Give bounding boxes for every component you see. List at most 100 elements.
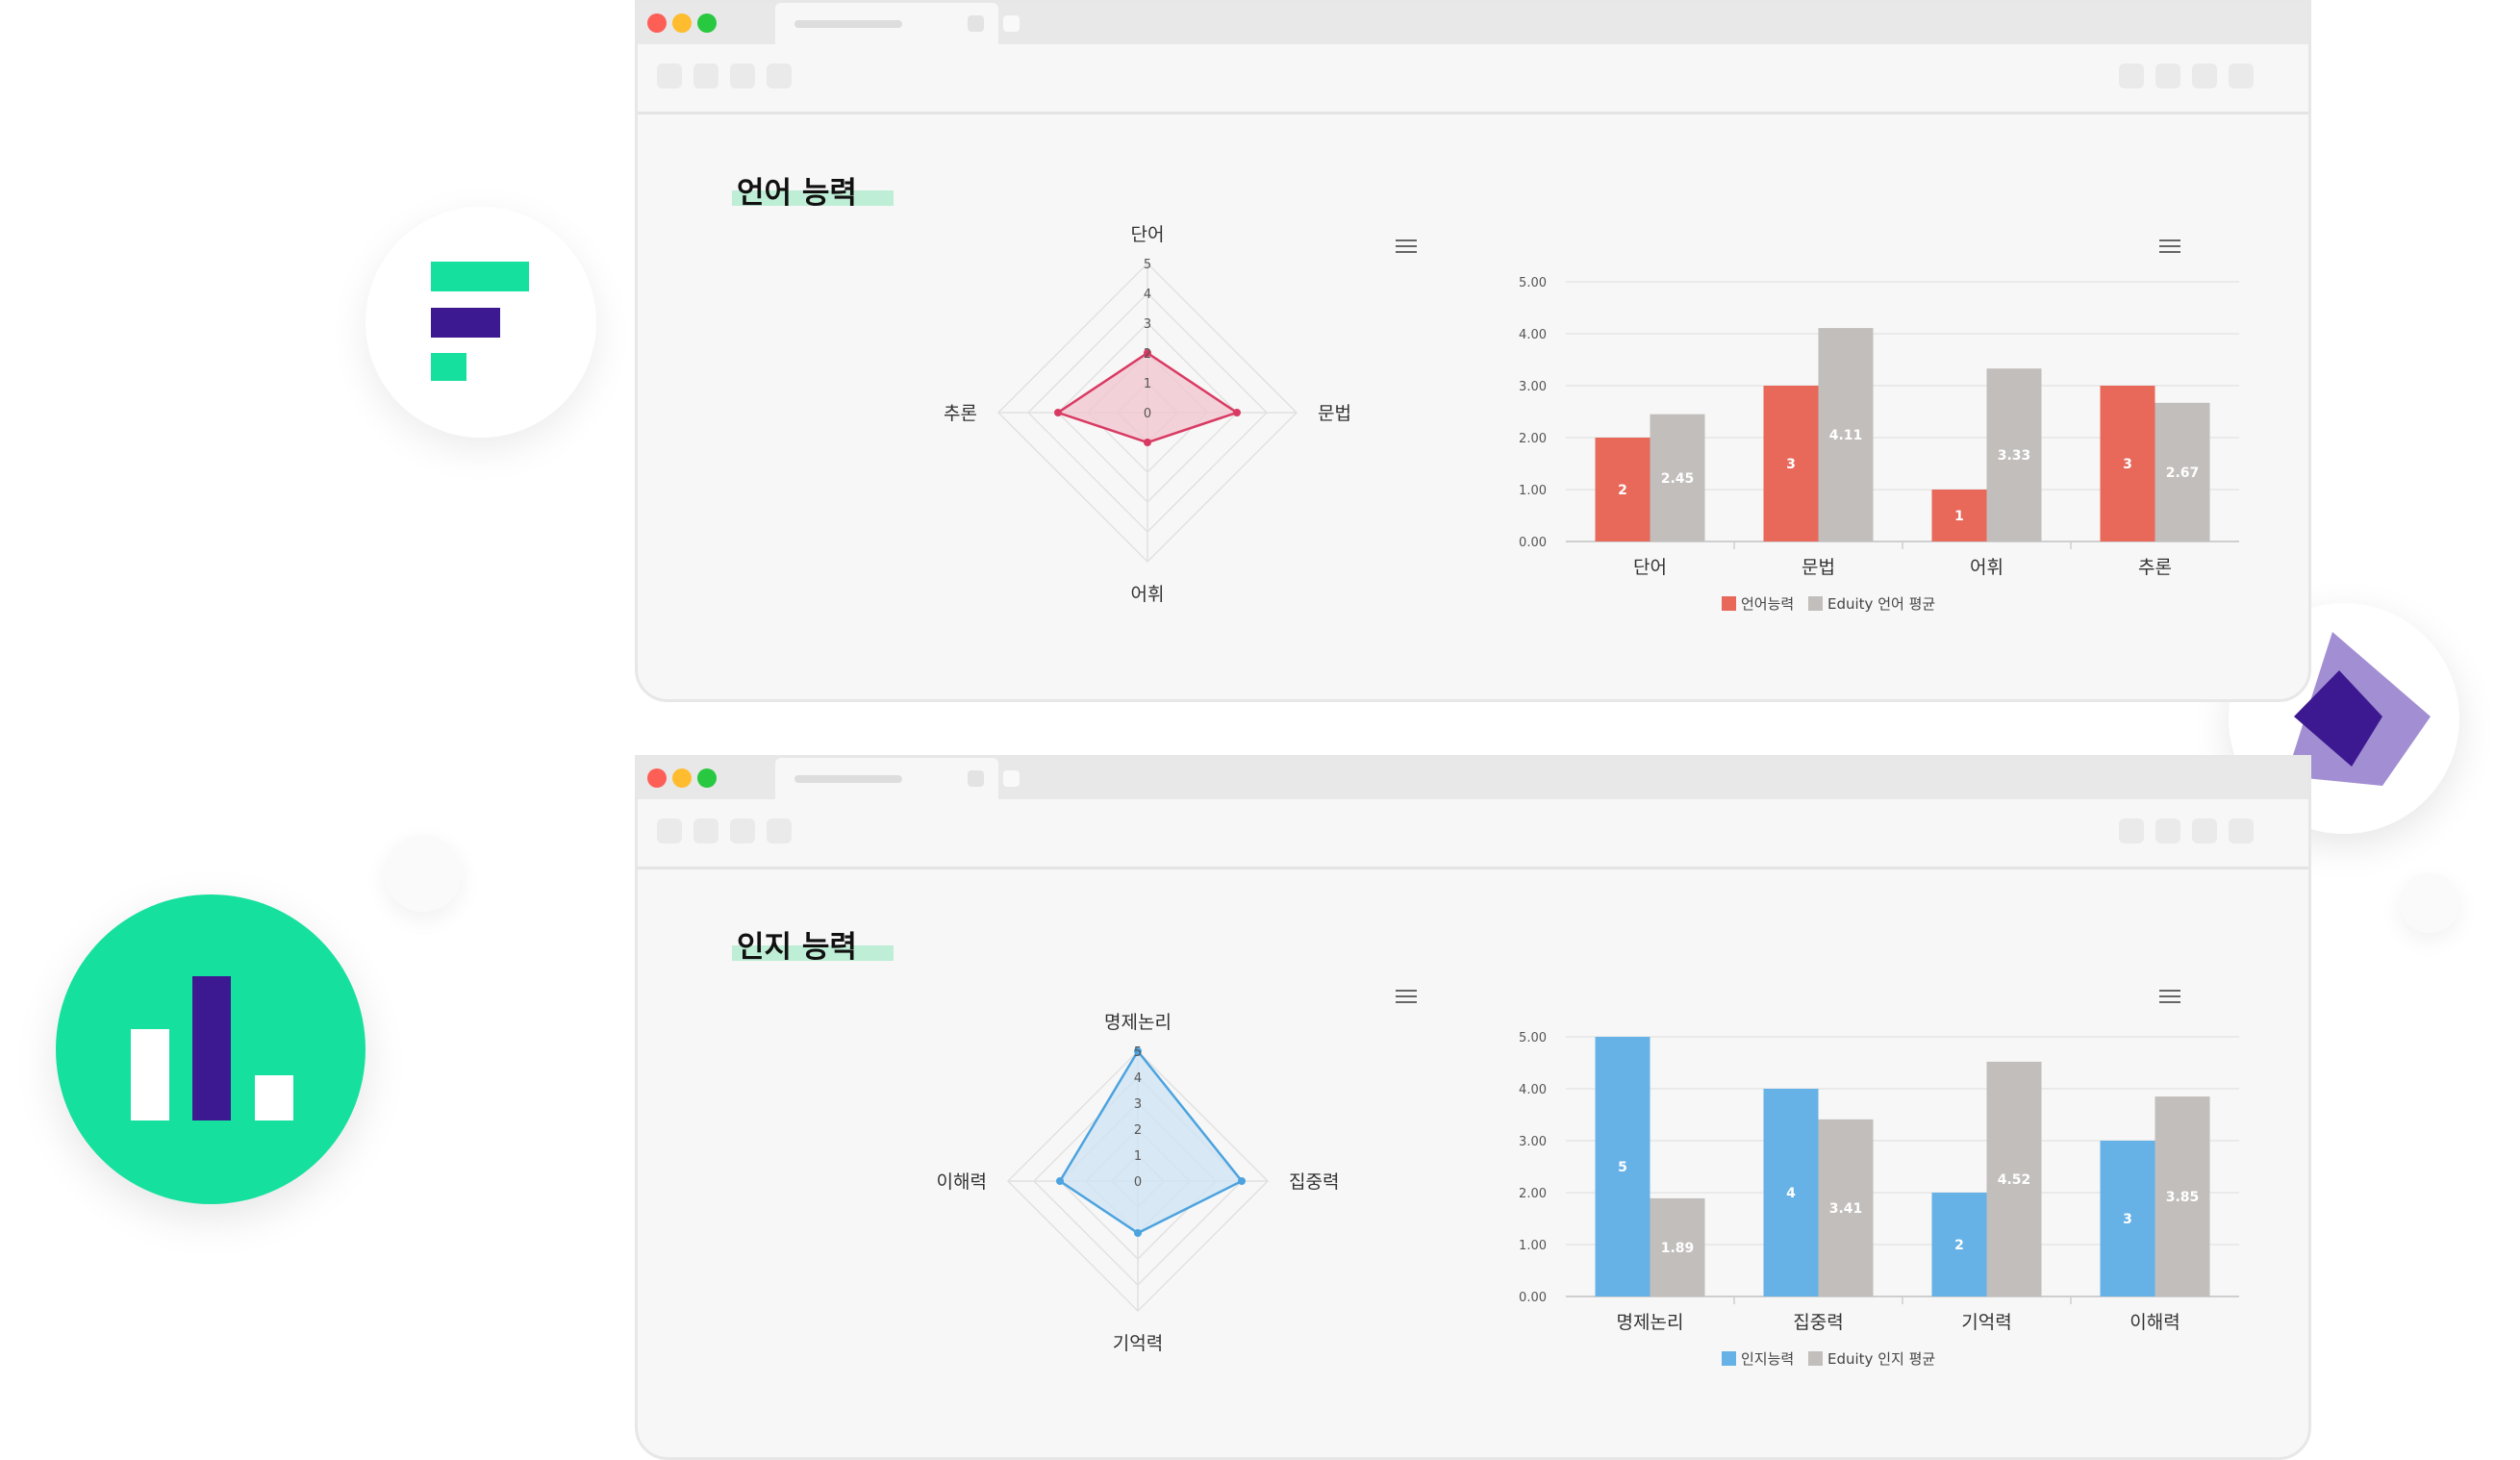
bar-y-tick-label: 2.00 <box>1519 432 1547 446</box>
bar-y-tick-label: 0.00 <box>1519 536 1547 550</box>
tab-title-placeholder <box>794 775 902 783</box>
radar-chart-language: 0 1 2 3 4 5 단어문법어휘 추론 <box>944 224 1351 605</box>
forward-button[interactable] <box>693 818 718 843</box>
maximize-window-button[interactable] <box>697 768 717 788</box>
radar-tick-label: 2 <box>1134 1123 1142 1138</box>
bar-category-label: 명제논리 <box>1617 1312 1684 1333</box>
bar-data-label: 2 <box>1618 483 1627 498</box>
browser-tab[interactable] <box>775 758 998 799</box>
radar-axis-label: 기억력 <box>1113 1333 1163 1354</box>
bar-category-label: 단어 <box>1633 557 1667 578</box>
reload-button[interactable] <box>730 63 755 88</box>
radar-tick-label: 1 <box>1134 1149 1142 1164</box>
bar-y-tick-label: 1.00 <box>1519 1239 1547 1253</box>
browser-window-cognitive: 인지 능력 0 1 2 3 4 5 명제논리 집중력 기억력 이해력 0.00 1.00 2.00 3.… <box>635 755 2311 1460</box>
radar-chart-cognitive: 0 1 2 3 4 5 명제논리집중력기억력 이해력 <box>937 1012 1340 1354</box>
radar-tick-label: 1 <box>1144 377 1151 391</box>
bar-y-tick-label: 4.00 <box>1519 1083 1547 1097</box>
legend-label: Eduity 언어 평균 <box>1827 595 1935 613</box>
forward-button[interactable] <box>693 63 718 88</box>
home-button[interactable] <box>767 63 792 88</box>
maximize-window-button[interactable] <box>697 13 717 33</box>
legend-label: 언어능력 <box>1741 595 1794 613</box>
toolbar-action-button[interactable] <box>2155 63 2180 88</box>
bar-data-label: 3 <box>2123 457 2132 472</box>
radar-data-point <box>1233 409 1241 416</box>
toolbar-action-button[interactable] <box>2229 63 2254 88</box>
radar-axis-label: 집중력 <box>1289 1171 1339 1193</box>
radar-axis-label: 추론 <box>944 403 977 424</box>
legend-swatch <box>1808 596 1823 611</box>
new-tab-button[interactable] <box>1003 770 1020 787</box>
decorative-bubble <box>2400 873 2459 933</box>
bar-y-tick-label: 1.00 <box>1519 484 1547 498</box>
bar-y-tick-label: 0.00 <box>1519 1291 1547 1305</box>
bar-menu-icon[interactable] <box>2159 239 2180 254</box>
toolbar-action-button[interactable] <box>2119 63 2144 88</box>
radar-axis-label: 어휘 <box>1131 584 1165 605</box>
legend-swatch <box>1808 1351 1823 1366</box>
bar-category-label: 이해력 <box>2129 1312 2180 1333</box>
toolbar-action-button[interactable] <box>2155 818 2180 843</box>
radar-tick-label: 4 <box>1144 288 1151 302</box>
radar-tick-label: 5 <box>1134 1045 1142 1060</box>
tab-close-button[interactable] <box>968 770 984 787</box>
radar-tick-label: 3 <box>1144 317 1151 332</box>
radar-tick-label: 2 <box>1144 347 1151 362</box>
bar-menu-icon[interactable] <box>2159 989 2180 1004</box>
home-button[interactable] <box>767 818 792 843</box>
bar-data-label: 2.45 <box>1661 471 1695 487</box>
browser-tab[interactable] <box>775 3 998 44</box>
toolbar-action-button[interactable] <box>2192 63 2217 88</box>
close-window-button[interactable] <box>647 13 667 33</box>
bar-data-label: 3 <box>1786 457 1796 472</box>
radar-tick-label: 0 <box>1134 1175 1142 1190</box>
radar-data-point <box>1054 409 1062 416</box>
decorative-bubble <box>385 835 462 912</box>
radar-axis-label: 단어 <box>1131 224 1165 245</box>
bar-y-tick-label: 3.00 <box>1519 380 1547 394</box>
reload-button[interactable] <box>730 818 755 843</box>
bar-y-tick-label: 5.00 <box>1519 276 1547 290</box>
back-button[interactable] <box>657 818 682 843</box>
radar-tick-label: 4 <box>1134 1071 1142 1086</box>
tab-bar <box>638 758 2308 799</box>
section-title-cognitive: 인지 능력 <box>737 930 857 965</box>
bar-data-label: 3.33 <box>1998 448 2031 464</box>
bar-data-label: 1 <box>1954 509 1964 524</box>
bar-data-label: 2 <box>1954 1238 1964 1253</box>
radar-data-point <box>1134 1229 1142 1237</box>
radar-data-area <box>1058 1048 1244 1235</box>
bar-chart-logo-icon <box>56 894 365 1204</box>
bar-data-label: 3.41 <box>1829 1201 1863 1217</box>
radar-tick-label: 5 <box>1144 258 1151 272</box>
browser-window-language: 언어 능력 0 1 2 3 4 5 단어 문법 어휘 추론 0.00 1.00 2.00 3.00 4.0… <box>635 0 2311 702</box>
bar-chart-logo-svg <box>131 976 293 1120</box>
back-button[interactable] <box>657 63 682 88</box>
radar-data-point <box>1056 1177 1064 1185</box>
tab-bar <box>638 3 2308 44</box>
bar-data-label: 3.85 <box>2166 1190 2200 1205</box>
close-window-button[interactable] <box>647 768 667 788</box>
bar-y-tick-label: 2.00 <box>1519 1187 1547 1201</box>
bar-chart-cognitive: 0.00 1.00 2.00 3.00 4.00 5.00 5 1.89 명제논리 4 3.41 집중… <box>1519 1031 2239 1368</box>
radar-axis-label: 문법 <box>1318 403 1351 424</box>
bar-data-label: 4 <box>1786 1186 1796 1201</box>
bar-category-label: 어휘 <box>1970 557 2003 578</box>
minimize-window-button[interactable] <box>672 768 692 788</box>
radar-axis-label: 이해력 <box>937 1171 987 1193</box>
legend-swatch <box>1722 596 1736 611</box>
radar-data-point <box>1238 1177 1246 1185</box>
bar-data-label: 5 <box>1618 1160 1627 1175</box>
bar-y-tick-label: 4.00 <box>1519 328 1547 342</box>
toolbar-action-button[interactable] <box>2119 818 2144 843</box>
toolbar-action-button[interactable] <box>2229 818 2254 843</box>
minimize-window-button[interactable] <box>672 13 692 33</box>
toolbar-action-button[interactable] <box>2192 818 2217 843</box>
tab-close-button[interactable] <box>968 15 984 32</box>
radar-tick-label: 0 <box>1144 407 1151 421</box>
radar-data-area <box>1055 351 1240 444</box>
bar-y-tick-label: 3.00 <box>1519 1135 1547 1149</box>
new-tab-button[interactable] <box>1003 15 1020 32</box>
bar-chart-language: 0.00 1.00 2.00 3.00 4.00 5.00 2 2.45 단어 3 4.11 문법 1 3… <box>1519 276 2239 613</box>
